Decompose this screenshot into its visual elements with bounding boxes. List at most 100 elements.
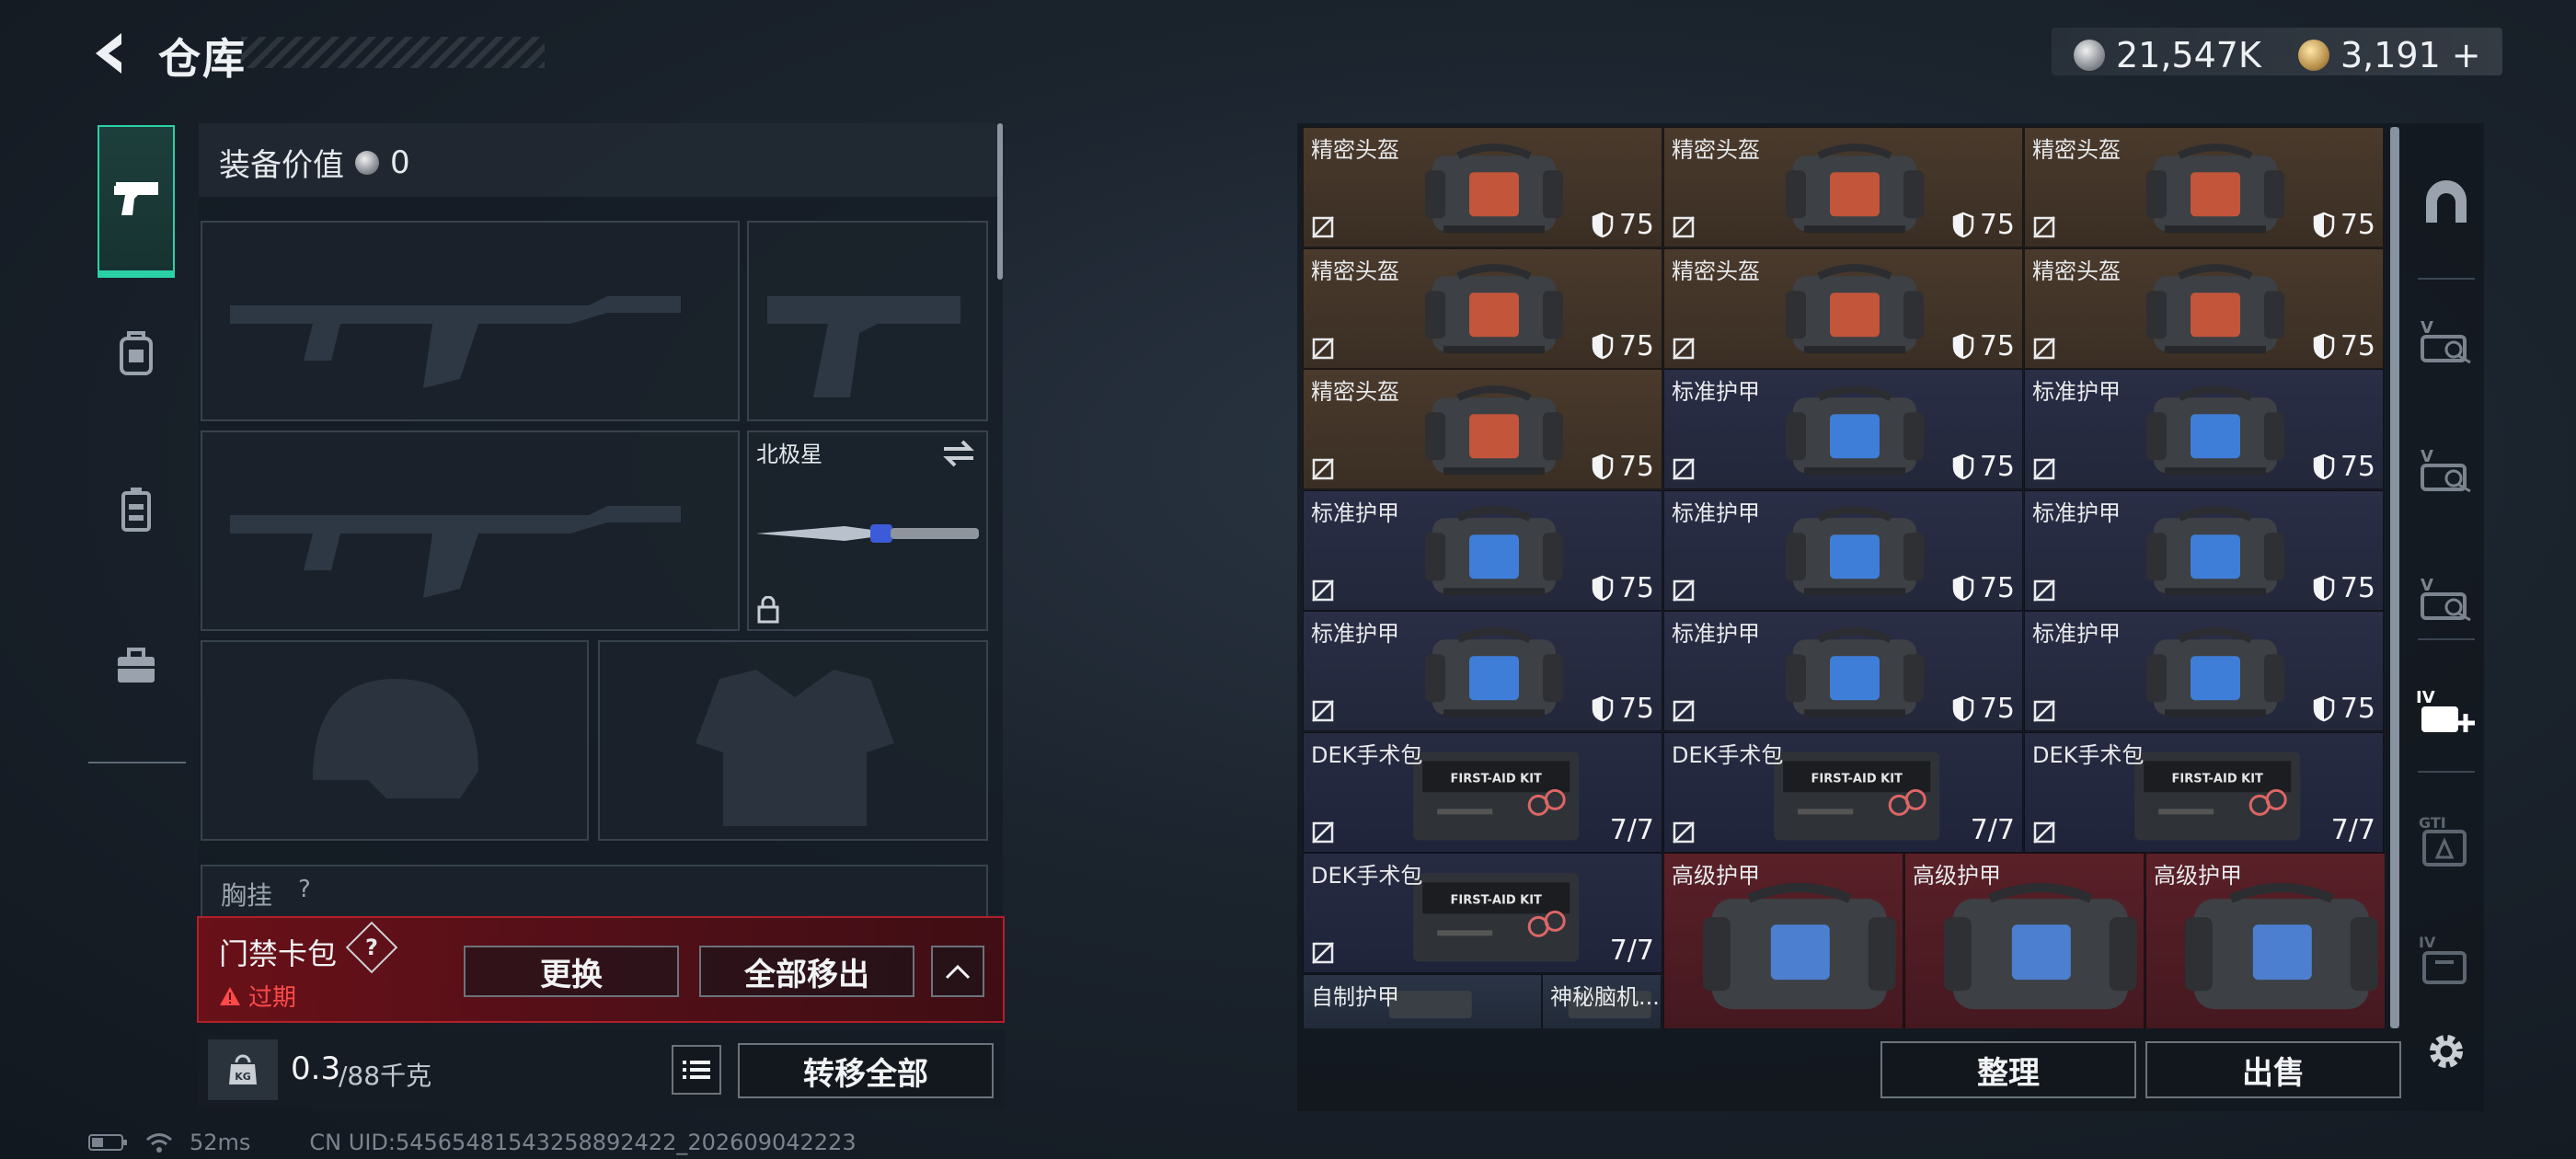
not-insured-icon: [1311, 579, 1335, 602]
item-image: [1785, 623, 1924, 724]
sidearm-slot[interactable]: [747, 221, 988, 421]
inventory-item-large[interactable]: 高级护甲: [1904, 853, 2145, 1028]
not-insured-icon: [2032, 820, 2056, 844]
sort-button[interactable]: 整理: [1880, 1041, 2136, 1098]
inventory-item[interactable]: 精密头盔 75: [1303, 369, 1662, 489]
item-name: 精密头盔: [1311, 258, 1399, 284]
gold-currency[interactable]: 3,191 +: [2298, 35, 2481, 75]
swap-icon[interactable]: [940, 438, 977, 469]
item-image: [2145, 501, 2284, 602]
uid-text: CN UID:54565481543258892422_202609042223: [309, 1130, 857, 1155]
inventory-scrollbar[interactable]: [2390, 127, 2399, 1028]
not-insured-icon: [1672, 820, 1696, 844]
inventory-item-large[interactable]: 高级护甲: [2145, 853, 2385, 1028]
capacity-bar: KG 0.3 /88千克 转移全部: [197, 1030, 1005, 1109]
inventory-item[interactable]: 标准护甲 75: [1303, 489, 1662, 611]
add-currency-button[interactable]: +: [2452, 35, 2481, 75]
gti-storage-icon: GTI: [2419, 814, 2467, 866]
item-value: 75: [1592, 693, 1654, 725]
durability-shield-icon: [1592, 695, 1614, 722]
rail-add-storage[interactable]: IV: [2409, 657, 2484, 767]
inventory-item[interactable]: 精密头盔 75: [1303, 127, 1662, 247]
item-image: [1424, 381, 1563, 482]
list-view-button[interactable]: [672, 1045, 721, 1095]
inventory-item[interactable]: 标准护甲 75: [1663, 489, 2023, 611]
chevron-up-icon: [945, 964, 971, 980]
tab-toolbox[interactable]: [98, 602, 175, 730]
replace-button[interactable]: 更换: [464, 946, 679, 997]
rail-helmet-slot[interactable]: [2409, 147, 2484, 258]
melee-slot[interactable]: 北极星: [747, 430, 988, 631]
rail-vest-slot-1[interactable]: V: [2409, 285, 2484, 396]
inventory-item[interactable]: 标准护甲 75: [2024, 489, 2384, 611]
durability-shield-icon: [1952, 212, 1974, 238]
inventory-item[interactable]: 标准护甲 75: [1303, 611, 1662, 731]
not-insured-icon: [1312, 337, 1334, 360]
inventory-item[interactable]: FIRST-AID KIT DEK手术包 7/7: [2024, 731, 2384, 853]
collapse-button[interactable]: [931, 946, 984, 997]
not-insured-icon: [2032, 337, 2056, 361]
item-name: 高级护甲: [2154, 863, 2242, 889]
rail-vest-slot-2[interactable]: V: [2409, 414, 2484, 524]
inventory-item[interactable]: 精密头盔 75: [2024, 127, 2384, 247]
tab-vest[interactable]: [98, 445, 175, 574]
remove-all-button[interactable]: 全部移出: [699, 946, 914, 997]
tab-backpack[interactable]: [98, 289, 175, 418]
equipment-scrollbar[interactable]: [997, 123, 1003, 280]
armor-slot[interactable]: [598, 640, 988, 841]
item-image-icon: [1785, 506, 1924, 596]
sell-button[interactable]: 出售: [2145, 1041, 2401, 1098]
durability-shield-icon: [1952, 695, 1974, 722]
item-image: [1424, 139, 1563, 240]
back-button[interactable]: [85, 28, 136, 79]
not-insured-icon: [1312, 820, 1334, 843]
item-image: [2184, 877, 2378, 1018]
inventory-item[interactable]: 精密头盔 75: [1663, 127, 2023, 247]
silver-currency[interactable]: 21,547K: [2074, 35, 2261, 75]
inventory-item[interactable]: FIRST-AID KIT DEK手术包 7/7: [1303, 853, 1662, 973]
capacity-max: /88千克: [339, 1061, 432, 1091]
chest-rig-help-icon[interactable]: ?: [298, 876, 311, 903]
item-image-icon: [1424, 384, 1563, 475]
not-insured-icon: [1672, 215, 1696, 239]
inventory-item[interactable]: FIRST-AID KIT DEK手术包 7/7: [1303, 731, 1662, 853]
secondary-weapon-slot[interactable]: [201, 430, 740, 631]
list-icon: [683, 1061, 710, 1079]
inventory-item[interactable]: 标准护甲 75: [1663, 369, 2023, 489]
helmet-slot[interactable]: [201, 640, 589, 841]
item-value-text: 7/7: [1609, 813, 1654, 846]
rail-label: V: [2421, 447, 2433, 466]
rail-storage-iv[interactable]: IV: [2409, 905, 2484, 1016]
rail-gti-storage[interactable]: GTI: [2409, 786, 2484, 896]
item-value-text: 75: [2340, 451, 2375, 483]
inventory-item[interactable]: FIRST-AID KIT DEK手术包 7/7: [1663, 731, 2023, 853]
inventory-item[interactable]: 精密头盔 75: [1663, 247, 2023, 369]
primary-weapon-slot[interactable]: [201, 221, 740, 421]
inventory-item[interactable]: 标准护甲 75: [2024, 611, 2384, 731]
not-insured-icon: [1672, 699, 1696, 723]
tab-weapons[interactable]: [98, 125, 175, 278]
inventory-item-small[interactable]: 自制护甲: [1303, 973, 1542, 1028]
item-image-icon: [1785, 384, 1924, 475]
knife-icon: [756, 524, 979, 543]
item-value: 75: [1952, 693, 2015, 725]
vest-slot-3-icon: V: [2421, 576, 2471, 622]
inventory-item-large[interactable]: 高级护甲: [1663, 853, 1903, 1028]
item-value: 75: [1952, 209, 2015, 241]
item-value: 7/7: [1610, 935, 1654, 967]
keycard-help-icon[interactable]: ?: [345, 921, 398, 974]
inventory-item[interactable]: 标准护甲 75: [1663, 611, 2023, 731]
transfer-all-button[interactable]: 转移全部: [738, 1043, 994, 1098]
rail-vest-slot-3[interactable]: V: [2409, 543, 2484, 653]
item-name: 精密头盔: [1672, 258, 1760, 284]
item-value: 7/7: [2331, 814, 2375, 846]
durability-shield-icon: [1952, 333, 1974, 359]
not-insured-icon: [1311, 337, 1335, 361]
durability-shield-icon: [2313, 333, 2335, 359]
silver-coin-icon: [2074, 40, 2105, 71]
inventory-item[interactable]: 精密头盔 75: [1303, 247, 1662, 369]
chest-rig-slot[interactable]: 胸挂 ?: [201, 865, 988, 920]
inventory-item-small[interactable]: 神秘脑机...: [1542, 973, 1662, 1028]
inventory-item[interactable]: 精密头盔 75: [2024, 247, 2384, 369]
inventory-item[interactable]: 标准护甲 75: [2024, 369, 2384, 489]
